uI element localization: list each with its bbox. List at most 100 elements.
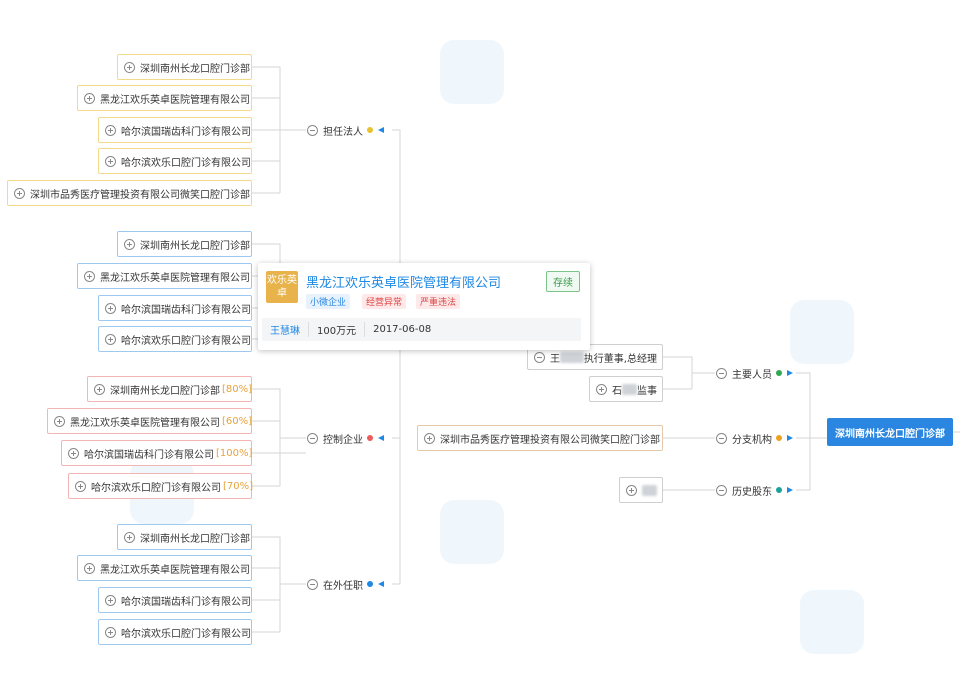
category-controlled[interactable]: 控制企业 [307,429,384,447]
share-percent: [100%] [216,447,253,459]
arrow-left-icon [378,435,384,441]
root-node[interactable]: 深圳南州长龙口腔门诊部 [827,418,953,446]
category-external[interactable]: 在外任职 [307,575,384,593]
root-label: 深圳南州长龙口腔门诊部 [835,428,945,440]
arrow-left-icon [378,127,384,133]
expand-icon[interactable] [84,270,95,282]
collapse-icon[interactable] [307,124,318,136]
expand-icon[interactable] [105,124,116,136]
redacted-text [622,383,637,395]
controlled-node[interactable]: 哈尔滨国瑞齿科门诊有限公司 [100%] [61,440,252,466]
node-label: 哈尔滨国瑞齿科门诊有限公司 [84,449,214,461]
collapse-icon[interactable] [716,432,727,444]
expand-icon[interactable] [105,155,116,167]
expand-icon[interactable] [124,61,135,73]
person-name: 王 [550,353,560,365]
controlled-node[interactable]: 黑龙江欢乐英卓医院管理有限公司 [60%] [47,408,252,434]
expand-icon[interactable] [75,480,86,492]
collapse-icon[interactable] [307,432,318,444]
company-node[interactable]: 哈尔滨国瑞齿科门诊有限公司 [98,295,252,321]
company-logo: 欢乐英卓 [266,271,298,303]
company-name-link[interactable]: 黑龙江欢乐英卓医院管理有限公司 [306,272,501,291]
legal-person-link[interactable]: 王慧琳 [262,322,309,337]
expand-icon[interactable] [124,531,135,543]
external-node[interactable]: 哈尔滨欢乐口腔门诊有限公司 [98,619,252,645]
expand-icon[interactable] [68,447,79,459]
category-history[interactable]: 历史股东 [716,481,793,499]
collapse-icon[interactable] [716,367,727,379]
expand-icon[interactable] [105,302,116,314]
tag-abnormal-operation: 经营异常 [362,294,407,309]
expand-icon[interactable] [94,383,105,395]
node-label: 深圳市品秀医疗管理投资有限公司微笑口腔门诊部 [440,434,660,446]
person-role: 监事 [637,385,657,397]
legal-rep-node[interactable]: 深圳南州长龙口腔门诊部 [117,54,252,80]
legal-rep-node[interactable]: 黑龙江欢乐英卓医院管理有限公司 [77,85,252,111]
category-legal-rep[interactable]: 担任法人 [307,121,384,139]
company-node[interactable]: 黑龙江欢乐英卓医院管理有限公司 [77,263,252,289]
category-key-people[interactable]: 主要人员 [716,364,793,382]
person-role: 执行董事,总经理 [583,353,657,365]
category-branches[interactable]: 分支机构 [716,429,793,447]
node-label: 深圳南州长龙口腔门诊部 [140,63,250,75]
arrow-right-icon [787,435,793,441]
expand-icon[interactable] [124,238,135,250]
expand-icon[interactable] [84,562,95,574]
tag-small-enterprise: 小微企业 [306,294,351,309]
share-percent: [60%] [222,415,253,427]
category-label: 历史股东 [732,486,772,498]
collapse-icon[interactable] [716,484,727,496]
legal-rep-node[interactable]: 哈尔滨欢乐口腔门诊有限公司 [98,148,252,174]
expand-icon[interactable] [424,432,435,444]
node-label: 哈尔滨欢乐口腔门诊有限公司 [121,335,251,347]
node-label: 深圳南州长龙口腔门诊部 [140,533,250,545]
history-shareholder-node[interactable] [619,477,663,503]
collapse-icon[interactable] [307,578,318,590]
node-label: 哈尔滨欢乐口腔门诊有限公司 [121,628,251,640]
arrow-right-icon [787,487,793,493]
share-percent: [80%] [222,383,253,395]
legal-rep-node[interactable]: 深圳市品秀医疗管理投资有限公司微笑口腔门诊部 [7,180,252,206]
node-label: 深圳市品秀医疗管理投资有限公司微笑口腔门诊部 [30,189,250,201]
branch-node[interactable]: 深圳市品秀医疗管理投资有限公司微笑口腔门诊部 [417,425,663,451]
node-label: 黑龙江欢乐英卓医院管理有限公司 [100,272,250,284]
redacted-text [642,484,657,496]
controlled-node[interactable]: 哈尔滨欢乐口腔门诊有限公司 [70%] [68,473,254,499]
node-label: 哈尔滨国瑞齿科门诊有限公司 [121,126,251,138]
company-node[interactable]: 深圳南州长龙口腔门诊部 [117,231,252,257]
expand-icon[interactable] [84,92,95,104]
expand-icon[interactable] [105,333,116,345]
node-label: 哈尔滨欢乐口腔门诊有限公司 [121,157,251,169]
expand-icon[interactable] [626,484,637,496]
expand-icon[interactable] [105,594,116,606]
status-dot-icon [776,370,782,376]
status-dot-icon [776,435,782,441]
category-label: 在外任职 [323,580,363,592]
redacted-text [560,351,584,363]
collapse-icon[interactable] [534,351,545,363]
expand-icon[interactable] [54,415,65,427]
node-label: 黑龙江欢乐英卓医院管理有限公司 [70,417,220,429]
arrow-right-icon [787,370,793,376]
node-label: 黑龙江欢乐英卓医院管理有限公司 [100,94,250,106]
person-name: 石 [612,385,622,397]
share-percent: [70%] [223,480,254,492]
legal-rep-node[interactable]: 哈尔滨国瑞齿科门诊有限公司 [98,117,252,143]
external-node[interactable]: 深圳南州长龙口腔门诊部 [117,524,252,550]
company-node[interactable]: 哈尔滨欢乐口腔门诊有限公司 [98,326,252,352]
expand-icon[interactable] [105,626,116,638]
node-label: 黑龙江欢乐英卓医院管理有限公司 [100,564,250,576]
key-person-node[interactable]: 石 监事 [589,376,663,402]
status-dot-icon [367,435,373,441]
category-label: 分支机构 [732,434,772,446]
node-label: 哈尔滨欢乐口腔门诊有限公司 [91,482,221,494]
expand-icon[interactable] [14,187,25,199]
external-node[interactable]: 哈尔滨国瑞齿科门诊有限公司 [98,587,252,613]
expand-icon[interactable] [596,383,607,395]
external-node[interactable]: 黑龙江欢乐英卓医院管理有限公司 [77,555,252,581]
node-label: 深圳南州长龙口腔门诊部 [140,240,250,252]
node-label: 哈尔滨国瑞齿科门诊有限公司 [121,304,251,316]
node-label: 深圳南州长龙口腔门诊部 [110,385,220,397]
registered-capital: 100万元 [309,322,366,337]
controlled-node[interactable]: 深圳南州长龙口腔门诊部 [80%] [87,376,252,402]
